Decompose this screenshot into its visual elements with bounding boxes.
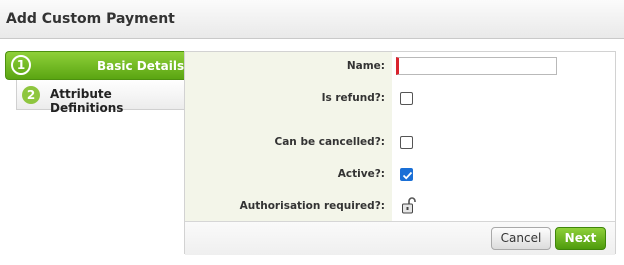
row-can-be-cancelled: Can be cancelled?:	[185, 133, 617, 153]
step-basic-details[interactable]: 1 Basic Details	[5, 51, 197, 81]
checkmark-icon	[402, 171, 413, 180]
can-be-cancelled-label: Can be cancelled?:	[274, 136, 385, 148]
dialog-title: Add Custom Payment	[6, 11, 175, 27]
row-name: Name:	[185, 57, 617, 77]
form-panel: Name: Is refund?: Can be cancelled?: Act…	[184, 51, 617, 255]
authorisation-required-label: Authorisation required?:	[239, 200, 385, 212]
step-label-attribute-definitions: Attribute Definitions	[50, 87, 124, 115]
step-number-2: 2	[22, 86, 40, 104]
active-checkbox[interactable]	[400, 168, 413, 181]
padlock-unlocked-icon[interactable]	[401, 197, 417, 219]
step-number-1: 1	[11, 55, 31, 75]
next-button[interactable]: Next	[555, 227, 606, 250]
wizard-steps: 1 Basic Details 2 Attribute Definitions	[5, 51, 197, 115]
cancel-button[interactable]: Cancel	[491, 227, 551, 250]
is-refund-checkbox[interactable]	[400, 92, 413, 105]
row-active: Active?:	[185, 165, 617, 185]
dialog-titlebar: Add Custom Payment	[0, 0, 624, 39]
can-be-cancelled-checkbox[interactable]	[400, 136, 413, 149]
step-attribute-definitions[interactable]: 2 Attribute Definitions	[16, 80, 185, 115]
active-label: Active?:	[337, 168, 385, 180]
row-authorisation-required: Authorisation required?:	[185, 197, 617, 217]
dialog-footer: Cancel Next	[185, 221, 615, 255]
is-refund-label: Is refund?:	[321, 92, 385, 104]
name-label: Name:	[346, 60, 385, 72]
name-input[interactable]	[396, 57, 557, 75]
step-label-basic-details: Basic Details	[97, 59, 185, 73]
row-is-refund: Is refund?:	[185, 89, 617, 109]
